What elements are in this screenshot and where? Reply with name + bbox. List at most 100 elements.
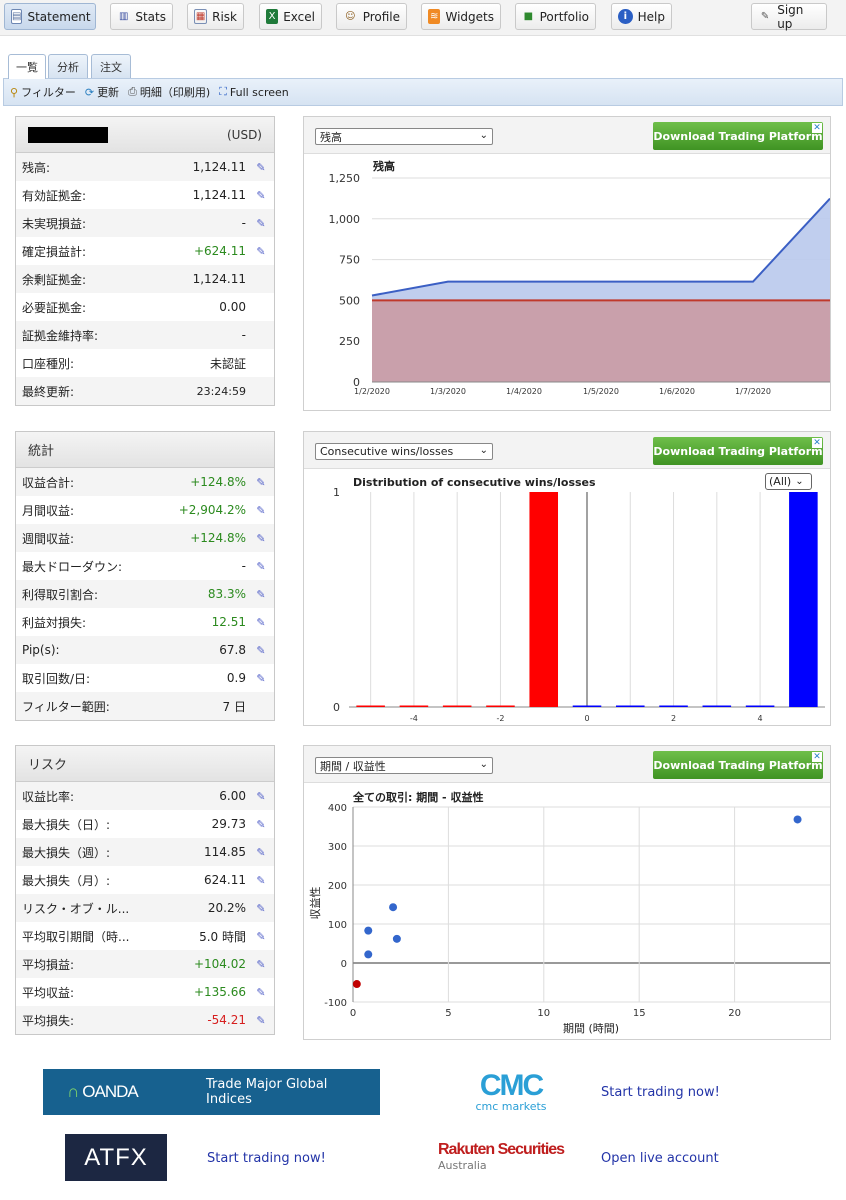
chevron-down-icon: ⌄ [795, 476, 804, 487]
atfx-logo[interactable]: ATFX [65, 1134, 167, 1181]
x-tick-label: -4 [410, 714, 418, 723]
stats-row: 取引回数/日: 0.9 ✎ [16, 664, 274, 692]
row-value: 114.85 [204, 845, 246, 859]
nav-excel-button[interactable]: X Excel [259, 3, 322, 30]
nav-help-button[interactable]: i Help [611, 3, 672, 30]
nav-portfolio-button[interactable]: ■ Portfolio [515, 3, 596, 30]
consecutive-chart-select[interactable]: Consecutive wins/losses ⌄ [315, 443, 493, 460]
nav-signup-button[interactable]: ✎ Sign up [751, 3, 827, 31]
account-row: 余剰証拠金: 1,124.11 [16, 265, 274, 293]
y-tick-label: 1 [333, 486, 340, 499]
download-platform-ad[interactable]: Download Trading Platform ✕ [653, 437, 823, 465]
cmc-logo[interactable]: CMC cmc markets [474, 1071, 548, 1114]
ad-close-icon[interactable]: ✕ [812, 123, 822, 133]
consecutive-filter-select[interactable]: (All) ⌄ [765, 473, 812, 490]
print-button[interactable]: ⎙ 明細（印刷用) [128, 84, 210, 100]
filter-button[interactable]: ⚲ フィルター [10, 84, 76, 100]
stats-row: 週間収益: +124.8% ✎ [16, 524, 274, 552]
fullscreen-button[interactable]: ⛶ Full screen [219, 85, 289, 99]
row-label: 週間収益: [22, 531, 75, 546]
rakuten-open-account-link[interactable]: Open live account [601, 1151, 719, 1166]
nav-stats-button[interactable]: ▥ Stats [110, 3, 173, 30]
ad-close-icon[interactable]: ✕ [812, 438, 822, 448]
x-tick-label: 2 [671, 714, 676, 723]
cmc-start-trading-link[interactable]: Start trading now! [601, 1085, 720, 1100]
scatter-chart-panel: 期間 / 収益性 ⌄ Download Trading Platform ✕ 全ての… [303, 745, 831, 1040]
row-label: 平均損失: [22, 1013, 75, 1028]
row-value: 1,124.11 [192, 188, 246, 202]
account-row: 確定損益計: +624.11 ✎ [16, 237, 274, 265]
scatter-point [793, 815, 802, 824]
scatter-point [389, 903, 398, 912]
x-tick-label: 1/4/2020 [506, 387, 542, 396]
rakuten-logo[interactable]: Rakuten Securities Australia [438, 1141, 588, 1172]
nav-profile-button[interactable]: ☺ Profile [336, 3, 407, 30]
chart-link-icon[interactable]: ✎ [254, 672, 268, 685]
row-label: 最大ドローダウン: [22, 559, 123, 574]
chart-link-icon[interactable]: ✎ [254, 846, 268, 859]
x-tick-label: 0 [350, 1008, 356, 1019]
row-value: 1,124.11 [192, 160, 246, 174]
chart-link-icon[interactable]: ✎ [254, 189, 268, 202]
row-value: 7 日 [222, 699, 246, 714]
tab-overview[interactable]: 一覧 [8, 54, 46, 79]
chart-link-icon[interactable]: ✎ [254, 986, 268, 999]
account-row: 未実現損益: - ✎ [16, 209, 274, 237]
ad-close-icon[interactable]: ✕ [812, 752, 822, 762]
row-label: 確定損益計: [22, 244, 87, 259]
bar [442, 705, 472, 707]
chart-link-icon[interactable]: ✎ [254, 930, 268, 943]
chart-link-icon[interactable]: ✎ [254, 874, 268, 887]
chart-link-icon[interactable]: ✎ [254, 560, 268, 573]
row-value: 0.9 [226, 671, 246, 685]
download-platform-ad[interactable]: Download Trading Platform ✕ [653, 751, 823, 779]
chart-link-icon[interactable]: ✎ [254, 532, 268, 545]
stats-row: 月間収益: +2,904.2% ✎ [16, 496, 274, 524]
stats-row: Pip(s): 67.8 ✎ [16, 636, 274, 664]
scatter-chart-select[interactable]: 期間 / 収益性 ⌄ [315, 757, 493, 774]
row-label: 平均取引期間（時... [22, 929, 130, 944]
chart-link-icon[interactable]: ✎ [254, 588, 268, 601]
tab-analysis[interactable]: 分析 [48, 54, 88, 78]
row-label: 最大損失（月）: [22, 873, 111, 888]
risk-icon: ▦ [194, 9, 208, 24]
chart-link-icon[interactable]: ✎ [254, 958, 268, 971]
refresh-button[interactable]: ⟳ 更新 [85, 84, 119, 100]
balance-chart-select[interactable]: 残高 ⌄ [315, 128, 493, 145]
tab-orders[interactable]: 注文 [91, 54, 131, 78]
nav-statement-button[interactable]: ▤ Statement [4, 3, 96, 30]
chart-link-icon[interactable]: ✎ [254, 217, 268, 230]
row-value: +2,904.2% [178, 503, 246, 517]
chart-link-icon[interactable]: ✎ [254, 644, 268, 657]
account-row: 有効証拠金: 1,124.11 ✎ [16, 181, 274, 209]
row-label: リスク・オブ・ル... [22, 901, 130, 916]
row-value: - [241, 328, 246, 342]
oanda-ad[interactable]: ∩ OANDA Trade Major Global Indices [43, 1069, 380, 1115]
atfx-start-trading-link[interactable]: Start trading now! [207, 1151, 326, 1166]
chart-link-icon[interactable]: ✎ [254, 161, 268, 174]
nav-widgets-button[interactable]: ≋ Widgets [421, 3, 501, 30]
row-value: 1,124.11 [192, 272, 246, 286]
chevron-down-icon: ⌄ [479, 130, 488, 141]
chart-link-icon[interactable]: ✎ [254, 504, 268, 517]
download-platform-ad[interactable]: Download Trading Platform ✕ [653, 122, 823, 150]
row-value: 83.3% [207, 587, 246, 601]
row-value: 23:24:59 [196, 384, 246, 398]
chart-link-icon[interactable]: ✎ [254, 902, 268, 915]
stats-panel: 統計 収益合計: +124.8% ✎ 月間収益: +2,904.2% ✎ 週間収益: +124… [15, 431, 275, 721]
excel-icon: X [266, 9, 279, 24]
chart-link-icon[interactable]: ✎ [254, 616, 268, 629]
row-label: 未実現損益: [22, 216, 87, 231]
row-label: 取引回数/日: [22, 671, 91, 686]
y-tick-label: 1,000 [329, 213, 361, 226]
risk-row: 平均取引期間（時... 5.0 時間 ✎ [16, 922, 274, 950]
chart-link-icon[interactable]: ✎ [254, 245, 268, 258]
row-label: 口座種別: [22, 356, 75, 371]
chart-link-icon[interactable]: ✎ [254, 1014, 268, 1027]
chart-link-icon[interactable]: ✎ [254, 790, 268, 803]
broker-ads: ∩ OANDA Trade Major Global Indices CMC cm… [0, 1060, 846, 1200]
nav-risk-button[interactable]: ▦ Risk [187, 3, 244, 30]
x-tick-label: 1/5/2020 [583, 387, 619, 396]
chart-link-icon[interactable]: ✎ [254, 476, 268, 489]
chart-link-icon[interactable]: ✎ [254, 818, 268, 831]
